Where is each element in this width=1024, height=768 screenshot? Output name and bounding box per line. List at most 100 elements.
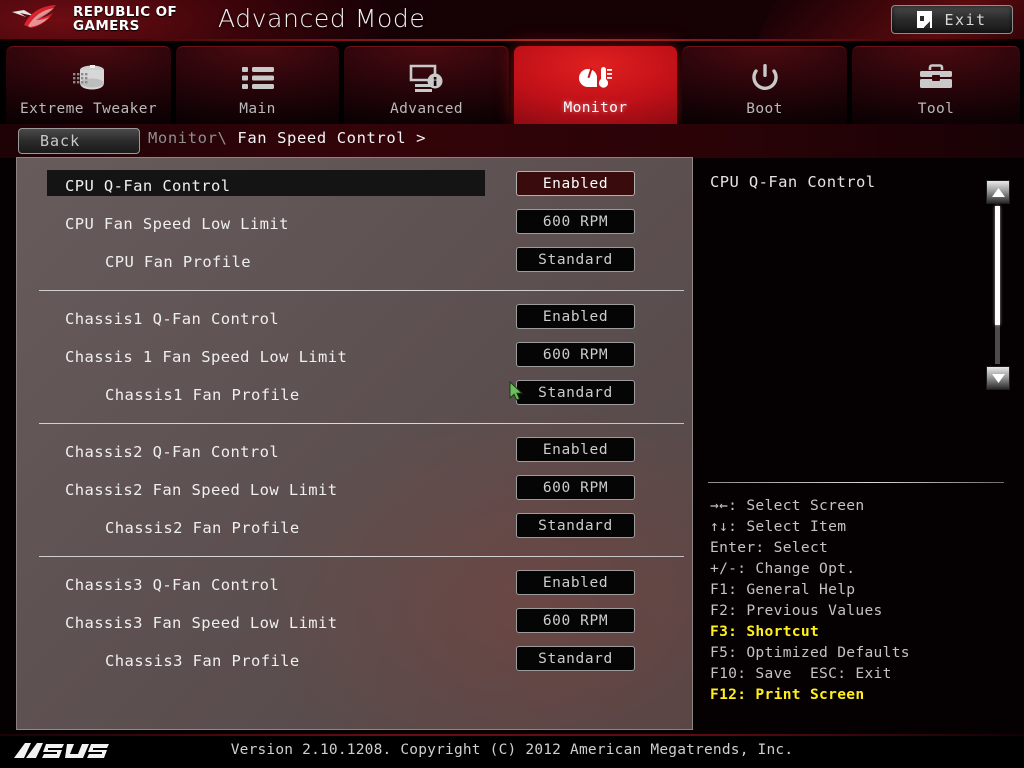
legend-item: +/-: Change Opt. <box>710 560 856 577</box>
setting-value[interactable]: Standard <box>516 646 635 671</box>
section-separator <box>39 556 684 557</box>
setting-row[interactable]: CPU Fan Profile Standard <box>17 243 692 281</box>
rog-logo: REPUBLIC OF GAMERS <box>10 3 177 35</box>
setting-value[interactable]: 600 RPM <box>516 342 635 367</box>
bios-screen: REPUBLIC OF GAMERS Advanced Mode Exit Ex… <box>0 0 1024 768</box>
setting-row[interactable]: Chassis 1 Fan Speed Low Limit 600 RPM <box>17 338 692 376</box>
setting-label: Chassis3 Q-Fan Control <box>65 576 280 594</box>
help-divider <box>708 482 1004 483</box>
setting-label: Chassis 1 Fan Speed Low Limit <box>65 348 348 366</box>
tab-tool[interactable]: Tool <box>852 46 1020 124</box>
setting-value[interactable]: Enabled <box>516 570 635 595</box>
exit-door-icon <box>917 11 933 28</box>
setting-row[interactable]: Chassis3 Fan Profile Standard <box>17 642 692 680</box>
legend-item: F3: Shortcut <box>710 623 820 640</box>
setting-label: Chassis2 Fan Speed Low Limit <box>65 481 338 499</box>
scroll-up-button[interactable] <box>986 180 1010 204</box>
setting-row[interactable]: Chassis2 Fan Profile Standard <box>17 509 692 547</box>
setting-row[interactable]: CPU Fan Speed Low Limit 600 RPM <box>17 205 692 243</box>
app-header: REPUBLIC OF GAMERS Advanced Mode Exit <box>0 0 1024 41</box>
settings-list: CPU Q-Fan Control Enabled CPU Fan Speed Lo… <box>17 158 692 680</box>
tab-label-advanced: Advanced <box>389 101 464 117</box>
help-panel: CPU Q-Fan Control →←: Select Screen ↑↓: S… <box>700 157 1024 730</box>
version-text: Version 2.10.1208. Copyright (C) 2012 Am… <box>230 742 794 758</box>
setting-label: Chassis3 Fan Speed Low Limit <box>65 614 338 632</box>
legend-item: F5: Optimized Defaults <box>710 644 910 661</box>
rog-line-2: GAMERS <box>73 18 140 34</box>
settings-panel: CPU Q-Fan Control Enabled CPU Fan Speed Lo… <box>16 157 693 730</box>
legend-item: Enter: Select <box>710 539 829 556</box>
page-title: Advanced Mode <box>218 4 426 33</box>
tab-label-main: Main <box>239 101 276 117</box>
settings-scrollbar[interactable] <box>986 180 1010 390</box>
legend-item: ↑↓: Select Item <box>710 518 847 535</box>
setting-value[interactable]: Enabled <box>516 304 635 329</box>
tab-boot[interactable]: Boot <box>682 46 847 124</box>
setting-label: CPU Fan Speed Low Limit <box>65 215 289 233</box>
setting-label: Chassis2 Fan Profile <box>105 519 300 537</box>
setting-row[interactable]: Chassis1 Fan Profile Standard <box>17 376 692 414</box>
setting-label: Chassis1 Q-Fan Control <box>65 310 280 328</box>
breadcrumb: Monitor\ Fan Speed Control > <box>148 129 426 147</box>
breadcrumb-bar: Back Monitor\ Fan Speed Control > <box>0 124 1024 158</box>
help-title: CPU Q-Fan Control <box>710 173 876 191</box>
back-button[interactable]: Back <box>18 128 140 154</box>
tab-main[interactable]: Main <box>176 46 339 124</box>
scroll-down-button[interactable] <box>986 366 1010 390</box>
setting-value[interactable]: Standard <box>516 513 635 538</box>
setting-value[interactable]: 600 RPM <box>516 608 635 633</box>
legend-item: F12: Print Screen <box>710 686 865 703</box>
tab-monitor[interactable]: Monitor <box>514 46 677 124</box>
legend-item: F10: Save ESC: Exit <box>710 665 892 682</box>
legend-item: →←: Select Screen <box>710 497 865 514</box>
tab-advanced[interactable]: Advanced <box>344 46 509 124</box>
legend-item: F2: Previous Values <box>710 602 883 619</box>
setting-row[interactable]: CPU Q-Fan Control Enabled <box>17 167 692 205</box>
legend-item: F1: General Help <box>710 581 856 598</box>
keyboard-legend: →←: Select Screen ↑↓: Select Item Enter: S… <box>710 495 910 705</box>
tab-label-tool: Tool <box>917 101 955 117</box>
setting-value[interactable]: 600 RPM <box>516 475 635 500</box>
setting-value[interactable]: Standard <box>516 247 635 272</box>
triangle-up-icon <box>991 187 1005 197</box>
tab-label-extreme-tweaker: Extreme Tweaker <box>20 101 157 117</box>
setting-value[interactable]: Standard <box>516 380 635 405</box>
thermometer-gauge-icon <box>578 60 614 94</box>
setting-value[interactable]: 600 RPM <box>516 209 635 234</box>
setting-row[interactable]: Chassis1 Q-Fan Control Enabled <box>17 300 692 338</box>
list-icon <box>241 61 275 95</box>
toolbox-icon <box>918 61 954 95</box>
status-bar: Version 2.10.1208. Copyright (C) 2012 Am… <box>0 734 1024 768</box>
main-tab-bar: Extreme Tweaker Main Advanced Monitor Bo… <box>0 43 1024 124</box>
section-separator <box>39 290 684 291</box>
monitor-info-icon <box>409 61 445 95</box>
setting-value[interactable]: Enabled <box>516 437 635 462</box>
triangle-down-icon <box>991 373 1005 383</box>
setting-label: CPU Fan Profile <box>105 253 251 271</box>
setting-label: Chassis2 Q-Fan Control <box>65 443 280 461</box>
tweaker-icon <box>70 61 108 95</box>
breadcrumb-parent[interactable]: Monitor\ <box>148 129 237 147</box>
setting-value[interactable]: Enabled <box>516 171 635 196</box>
exit-button-label: Exit <box>944 10 987 29</box>
tab-label-boot: Boot <box>746 101 783 117</box>
setting-label: CPU Q-Fan Control <box>65 177 231 195</box>
rog-eye-icon <box>10 3 66 35</box>
breadcrumb-current: Fan Speed Control > <box>237 129 427 147</box>
power-icon <box>749 61 781 95</box>
rog-line-1: REPUBLIC OF <box>73 4 178 20</box>
back-button-label: Back <box>40 132 81 150</box>
setting-row[interactable]: Chassis3 Fan Speed Low Limit 600 RPM <box>17 604 692 642</box>
tab-extreme-tweaker[interactable]: Extreme Tweaker <box>6 46 171 124</box>
setting-row[interactable]: Chassis2 Fan Speed Low Limit 600 RPM <box>17 471 692 509</box>
tab-label-monitor: Monitor <box>563 100 628 116</box>
setting-label: Chassis1 Fan Profile <box>105 386 300 404</box>
mouse-pointer-icon <box>509 381 523 401</box>
exit-button[interactable]: Exit <box>891 5 1013 34</box>
setting-row[interactable]: Chassis3 Q-Fan Control Enabled <box>17 566 692 604</box>
setting-label: Chassis3 Fan Profile <box>105 652 300 670</box>
section-separator <box>39 423 684 424</box>
scroll-thumb[interactable] <box>995 206 1000 325</box>
setting-row[interactable]: Chassis2 Q-Fan Control Enabled <box>17 433 692 471</box>
rog-wordmark: REPUBLIC OF GAMERS <box>73 5 177 33</box>
